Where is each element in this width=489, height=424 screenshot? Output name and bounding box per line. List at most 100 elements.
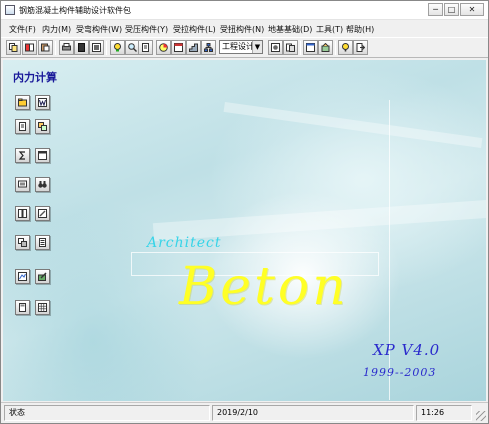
side-binoculars-button[interactable] [35, 177, 50, 192]
toolbar: 工程设计 ▼ [1, 37, 488, 58]
logo-version: XP V4.0 [373, 341, 441, 359]
binoculars-icon [38, 181, 47, 188]
status-time: 11:26 [416, 405, 472, 421]
doc-button[interactable] [138, 40, 153, 55]
preview-icon [38, 122, 47, 131]
cut-icon [25, 43, 34, 52]
edit-icon [38, 209, 47, 218]
design-icon [321, 43, 330, 52]
status-bar: 状态 2019/2/10 11:26 [1, 402, 488, 423]
import-icon [286, 43, 295, 52]
document-icon [142, 43, 149, 52]
copy-icon [9, 43, 18, 52]
tree-button[interactable] [201, 40, 216, 55]
side-edit-button[interactable] [35, 206, 50, 221]
side-preview-button[interactable] [35, 119, 50, 134]
menu-tools[interactable]: 工具(T) [316, 24, 343, 35]
tree-icon [204, 43, 213, 52]
columns-icon [18, 209, 27, 218]
menu-tension[interactable]: 受拉构件(L) [173, 24, 216, 35]
menu-help[interactable]: 帮助(H) [346, 24, 374, 35]
menu-internal[interactable]: 内力(M) [42, 24, 71, 35]
side-columns-button[interactable] [15, 206, 30, 221]
import-button[interactable] [283, 40, 298, 55]
design-mode-value: 工程设计 [222, 42, 254, 51]
folder-icon [18, 98, 27, 107]
resize-grip-icon[interactable] [476, 411, 486, 421]
status-text: 状态 [4, 405, 210, 421]
design-mode-select[interactable]: 工程设计 ▼ [219, 40, 263, 54]
toolbar-separator [335, 41, 336, 55]
menu-flexural[interactable]: 受弯构件(W) [76, 24, 122, 35]
paste-button[interactable] [38, 40, 53, 55]
app-window: 钢筋混凝土构件辅助设计软件包 ─ □ ✕ 文件(F) 内力(M) 受弯构件(W)… [0, 0, 489, 424]
chevron-down-icon: ▼ [252, 41, 262, 53]
background-streak [223, 101, 483, 149]
design-button[interactable] [318, 40, 333, 55]
main-workspace: 内力计算 Architect Beton XP V4.0 1999--2003 [3, 60, 486, 401]
close-button[interactable]: ✕ [460, 3, 484, 16]
zoom-icon [128, 43, 137, 52]
help-button[interactable] [338, 40, 353, 55]
side-calc-button[interactable] [15, 300, 30, 315]
toolbar-separator [300, 41, 301, 55]
window-title: 钢筋混凝土构件辅助设计软件包 [19, 6, 131, 15]
grid-icon [38, 303, 47, 312]
stairs-icon [189, 43, 198, 52]
sigma-icon [18, 151, 25, 160]
report-icon [92, 43, 101, 52]
new-icon [78, 43, 85, 52]
paste-icon [41, 43, 50, 52]
menu-file[interactable]: 文件(F) [9, 24, 36, 35]
cut-button[interactable] [22, 40, 37, 55]
side-sum-button[interactable] [15, 148, 30, 163]
side-doc-button[interactable] [15, 119, 30, 134]
monitor-icon [18, 180, 27, 188]
panel-title: 内力计算 [13, 71, 57, 84]
export-icon [271, 43, 280, 52]
export-button[interactable] [268, 40, 283, 55]
window-icon [306, 43, 315, 52]
toolbar-separator [106, 41, 107, 55]
chart-button[interactable] [156, 40, 171, 55]
pen-icon [38, 272, 47, 281]
logo-years: 1999--2003 [363, 366, 437, 379]
side-monitor-button[interactable] [15, 177, 30, 192]
logo-beton: Beton [179, 257, 349, 317]
title-bar: 钢筋混凝土构件辅助设计软件包 ─ □ ✕ [1, 1, 488, 20]
calculator-icon [19, 303, 26, 312]
menu-bar: 文件(F) 内力(M) 受弯构件(W) 受压构件(Y) 受拉构件(L) 受扭构件… [1, 21, 488, 37]
report-button[interactable] [89, 40, 104, 55]
copy-button[interactable] [6, 40, 21, 55]
table-button[interactable] [171, 40, 186, 55]
maximize-button[interactable]: □ [444, 3, 459, 16]
table-icon [174, 43, 183, 52]
side-grid-button[interactable] [35, 300, 50, 315]
print-button[interactable] [59, 40, 74, 55]
stairs-button[interactable] [186, 40, 201, 55]
frame-icon [38, 151, 47, 160]
print-icon [62, 43, 71, 51]
logo-architect: Architect [147, 235, 222, 251]
new-button[interactable] [74, 40, 89, 55]
window-button[interactable] [303, 40, 318, 55]
word-icon [38, 98, 47, 107]
gallery-button[interactable] [110, 40, 125, 55]
minimize-button[interactable]: ─ [428, 3, 443, 16]
exit-button[interactable] [353, 40, 368, 55]
menu-compression[interactable]: 受压构件(Y) [125, 24, 168, 35]
help-icon [342, 43, 349, 52]
side-frame-button[interactable] [35, 148, 50, 163]
side-pen-button[interactable] [35, 269, 50, 284]
menu-torsion[interactable]: 受扭构件(N) [220, 24, 264, 35]
side-open-button[interactable] [15, 95, 30, 110]
stack-icon [39, 238, 46, 247]
side-graph-button[interactable] [15, 269, 30, 284]
pie-chart-icon [159, 43, 168, 52]
status-date: 2019/2/10 [212, 405, 414, 421]
side-stack-button[interactable] [35, 235, 50, 250]
document-icon [19, 122, 26, 131]
side-word-button[interactable] [35, 95, 50, 110]
side-tiles-button[interactable] [15, 235, 30, 250]
menu-foundation[interactable]: 地基基础(D) [268, 24, 312, 35]
